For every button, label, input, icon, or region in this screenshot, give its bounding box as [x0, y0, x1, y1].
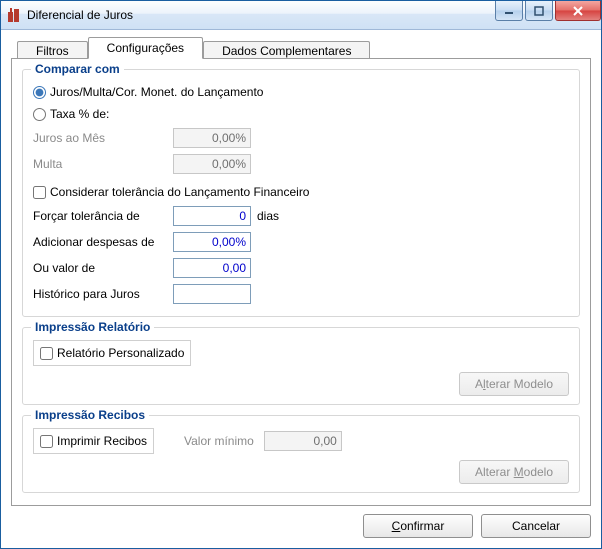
- radio-juros-multa[interactable]: [33, 86, 46, 99]
- app-icon: [7, 7, 23, 23]
- checkbox-relatorio-personalizado-label: Relatório Personalizado: [57, 346, 184, 360]
- action-bar: Confirmar Cancelar: [11, 506, 591, 538]
- button-alterar-modelo-recibos: Alterar Modelo: [459, 460, 569, 484]
- window-buttons: [493, 1, 601, 21]
- group-comparar-com: Comparar com Juros/Multa/Cor. Monet. do …: [22, 69, 580, 317]
- checkbox-considerar-tolerancia[interactable]: [33, 186, 46, 199]
- client-area: Filtros Configurações Dados Complementar…: [1, 30, 601, 548]
- checkbox-relatorio-personalizado[interactable]: [40, 347, 53, 360]
- input-ou-valor[interactable]: [173, 258, 251, 278]
- label-historico-juros: Histórico para Juros: [33, 287, 173, 301]
- label-valor-minimo: Valor mínimo: [184, 434, 254, 448]
- close-button[interactable]: [555, 1, 601, 21]
- button-alterar-modelo-relatorio: Alterar Modelo: [459, 372, 569, 396]
- legend-comparar-com: Comparar com: [31, 62, 124, 76]
- radio-taxa-label: Taxa % de:: [50, 107, 109, 121]
- label-dias: dias: [257, 209, 279, 223]
- legend-impressao-relatorio: Impressão Relatório: [31, 320, 154, 334]
- button-confirmar[interactable]: Confirmar: [363, 514, 473, 538]
- radio-juros-multa-label: Juros/Multa/Cor. Monet. do Lançamento: [50, 85, 263, 99]
- input-juros-mes: [173, 128, 251, 148]
- window-title: Diferencial de Juros: [27, 8, 133, 22]
- checkbox-imprimir-recibos-label: Imprimir Recibos: [57, 434, 147, 448]
- button-cancelar[interactable]: Cancelar: [481, 514, 591, 538]
- window: Diferencial de Juros Filtros Configuraçõ…: [0, 0, 602, 549]
- label-multa: Multa: [33, 157, 173, 171]
- checkbox-imprimir-recibos[interactable]: [40, 435, 53, 448]
- group-impressao-recibos: Impressão Recibos Imprimir Recibos Valor…: [22, 415, 580, 493]
- label-forcar-tolerancia: Forçar tolerância de: [33, 209, 173, 223]
- label-juros-mes: Juros ao Mês: [33, 131, 173, 145]
- titlebar: Diferencial de Juros: [1, 1, 601, 30]
- input-multa: [173, 154, 251, 174]
- checkbox-considerar-tolerancia-label: Considerar tolerância do Lançamento Fina…: [50, 185, 309, 199]
- group-impressao-relatorio: Impressão Relatório Relatório Personaliz…: [22, 327, 580, 405]
- tab-configuracoes[interactable]: Configurações: [88, 37, 203, 59]
- tab-page-configuracoes: Comparar com Juros/Multa/Cor. Monet. do …: [11, 58, 591, 506]
- tab-strip: Filtros Configurações Dados Complementar…: [17, 36, 591, 58]
- maximize-button[interactable]: [525, 1, 553, 21]
- label-adicionar-despesas: Adicionar despesas de: [33, 235, 173, 249]
- radio-taxa[interactable]: [33, 108, 46, 121]
- legend-impressao-recibos: Impressão Recibos: [31, 408, 149, 422]
- label-ou-valor: Ou valor de: [33, 261, 173, 275]
- input-adicionar-despesas[interactable]: [173, 232, 251, 252]
- input-valor-minimo: [264, 431, 342, 451]
- input-historico-juros[interactable]: [173, 284, 251, 304]
- minimize-button[interactable]: [495, 1, 523, 21]
- input-forcar-tolerancia[interactable]: [173, 206, 251, 226]
